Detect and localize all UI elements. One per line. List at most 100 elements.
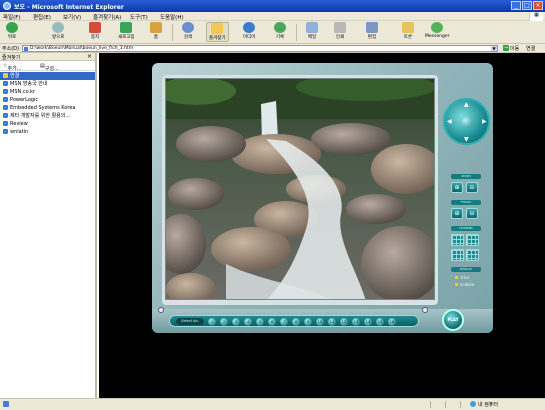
grid-1x1-icon[interactable] xyxy=(451,234,464,246)
messenger-button[interactable]: Messenger xyxy=(425,22,449,39)
status-divider xyxy=(445,401,446,408)
media-label: 미디어 xyxy=(243,35,256,40)
zoom-out-button[interactable]: ⊖ xyxy=(466,182,478,193)
mail-button[interactable]: 메일 xyxy=(306,22,318,40)
menu-view[interactable]: 보기(V) xyxy=(63,13,81,21)
channel-button[interactable]: 16 xyxy=(388,318,396,326)
zoom-in-button[interactable]: ⊕ xyxy=(451,182,463,193)
my-computer-icon xyxy=(470,401,476,407)
messenger-icon xyxy=(431,22,444,33)
address-field[interactable]: D:\work\Boeun\Manual\boeun_live_f\ch_1.h… xyxy=(22,45,498,52)
control-panel: ▲ ▼ ◀ ▶ ZOOM ⊕ ⊖ FOCUS ⊕ ⊖ CHANNEL DISPL… xyxy=(441,63,491,313)
address-dropdown-icon[interactable]: ▼ xyxy=(491,46,497,51)
address-url[interactable]: D:\work\Boeun\Manual\boeun_live_f\ch_1.h… xyxy=(30,46,133,52)
media-button[interactable]: 미디어 xyxy=(243,22,255,40)
sidebar-close-button[interactable]: × xyxy=(87,53,92,60)
back-arrow-icon xyxy=(6,22,18,33)
tilt-up-arrow-icon[interactable]: ▲ xyxy=(464,102,469,108)
favorites-button[interactable]: 즐겨찾기 xyxy=(206,22,229,42)
left-knob-icon xyxy=(158,307,164,313)
close-button[interactable]: × xyxy=(533,1,543,10)
print-button[interactable]: 인쇄 xyxy=(334,22,346,40)
forward-label: 앞으로 xyxy=(52,35,65,40)
channel-button[interactable]: 10 xyxy=(316,318,324,326)
ie-page-icon xyxy=(3,97,8,102)
search-button[interactable]: 검색 xyxy=(182,22,194,40)
menu-file[interactable]: 파일(F) xyxy=(3,13,21,21)
menu-bar: 파일(F) 편집(E) 보기(V) 즐겨찾기(A) 도구(T) 도움말(H) ▦ xyxy=(0,12,545,21)
go-arrow-icon: → xyxy=(503,45,509,51)
discuss-icon xyxy=(402,22,414,33)
search-icon xyxy=(182,22,194,33)
edit-icon xyxy=(366,22,378,33)
favorites-item[interactable]: PowerLogic xyxy=(0,96,95,104)
favorites-item[interactable]: Review xyxy=(0,120,95,128)
channel-button[interactable]: 15 xyxy=(376,318,384,326)
menu-tools[interactable]: 도구(T) xyxy=(130,13,148,21)
edit-button[interactable]: 편집 xyxy=(366,22,378,40)
page-content: ▲ ▼ ◀ ▶ ZOOM ⊕ ⊖ FOCUS ⊕ ⊖ CHANNEL DISPL… xyxy=(99,53,545,398)
favorites-item[interactable]: wnlatin xyxy=(0,128,95,136)
channel-button[interactable]: 2 xyxy=(220,318,228,326)
forward-button[interactable]: 앞으로 xyxy=(52,22,64,40)
grid-3x3-icon[interactable] xyxy=(451,249,464,261)
ie-page-icon xyxy=(3,121,8,126)
channel-button[interactable]: 7 xyxy=(280,318,288,326)
pan-right-arrow-icon[interactable]: ▶ xyxy=(482,119,487,125)
pan-left-arrow-icon[interactable]: ◀ xyxy=(447,119,452,125)
tilt-down-arrow-icon[interactable]: ▼ xyxy=(464,137,469,143)
display-screen-option[interactable]: SCREEN xyxy=(455,283,474,287)
focus-far-button[interactable]: ⊖ xyxy=(466,208,478,219)
display-title-option[interactable]: TITLE xyxy=(455,276,469,280)
page-icon xyxy=(24,47,28,51)
channel-button[interactable]: 6 xyxy=(268,318,276,326)
display-label: DISPLAY xyxy=(451,267,481,272)
favorites-item[interactable]: 제타 개발자를 위한 활용의... xyxy=(0,112,95,120)
channel-button[interactable]: 13 xyxy=(352,318,360,326)
channel-button[interactable]: 1 xyxy=(208,318,216,326)
channel-button[interactable]: 3 xyxy=(232,318,240,326)
channel-bar: Select No. 1 2 3 4 5 6 7 8 9 10 11 12 13… xyxy=(152,307,493,333)
grid-4x4-icon[interactable] xyxy=(466,249,479,261)
favorites-item[interactable]: Embedded Systems Korea xyxy=(0,104,95,112)
organize-favorites-button[interactable]: ▤ 구성... xyxy=(40,63,59,72)
play-button[interactable]: PLAY xyxy=(442,309,464,331)
add-favorite-button[interactable]: ☆ 추가... xyxy=(3,63,21,72)
status-bar: 내 컴퓨터 xyxy=(0,398,545,410)
dial-center-button[interactable] xyxy=(460,115,473,128)
menu-help[interactable]: 도움말(H) xyxy=(160,13,184,21)
stop-button[interactable]: 중지 xyxy=(89,22,101,40)
channel-button[interactable]: 9 xyxy=(304,318,312,326)
sidebar-title: 즐겨찾기 xyxy=(2,55,21,61)
favorites-item[interactable]: MSN 방송국 안내 xyxy=(0,80,95,88)
channel-button[interactable]: 14 xyxy=(364,318,372,326)
discuss-button[interactable]: 토론 xyxy=(402,22,414,40)
favorites-item[interactable]: MSN.co.kr xyxy=(0,88,95,96)
title-bar: 보오 - Microsoft Internet Explorer _ □ × xyxy=(0,0,545,12)
pan-tilt-dial[interactable]: ▲ ▼ ◀ ▶ xyxy=(443,98,490,145)
grid-2x2-icon[interactable] xyxy=(466,234,479,246)
back-button[interactable]: 뒤로 xyxy=(6,22,18,40)
focus-near-button[interactable]: ⊕ xyxy=(451,208,463,219)
favorites-item[interactable]: 연결 xyxy=(0,72,95,80)
channel-button[interactable]: 11 xyxy=(328,318,336,326)
history-button[interactable]: 기록 xyxy=(274,22,286,40)
minimize-button[interactable]: _ xyxy=(511,1,521,10)
channel-button[interactable]: 12 xyxy=(340,318,348,326)
channel-button[interactable]: 4 xyxy=(244,318,252,326)
home-button[interactable]: 홈 xyxy=(150,22,162,40)
video-display xyxy=(165,78,435,300)
menu-edit[interactable]: 편집(E) xyxy=(33,13,51,21)
channel-button[interactable]: 8 xyxy=(292,318,300,326)
favorites-label: 즐겨찾기 xyxy=(209,36,226,41)
address-bar: 주소(D) D:\work\Boeun\Manual\boeun_live_f\… xyxy=(0,44,545,53)
home-label: 홈 xyxy=(153,35,159,40)
channel-button[interactable]: 5 xyxy=(256,318,264,326)
go-button[interactable]: → 이동 xyxy=(503,45,519,52)
links-button[interactable]: 연결 xyxy=(526,45,535,52)
page-status-icon xyxy=(3,401,9,407)
maximize-button[interactable]: □ xyxy=(522,1,532,10)
menu-favorites[interactable]: 즐겨찾기(A) xyxy=(93,13,121,21)
refresh-button[interactable]: 새로고침 xyxy=(118,22,135,40)
video-frame xyxy=(162,75,438,305)
